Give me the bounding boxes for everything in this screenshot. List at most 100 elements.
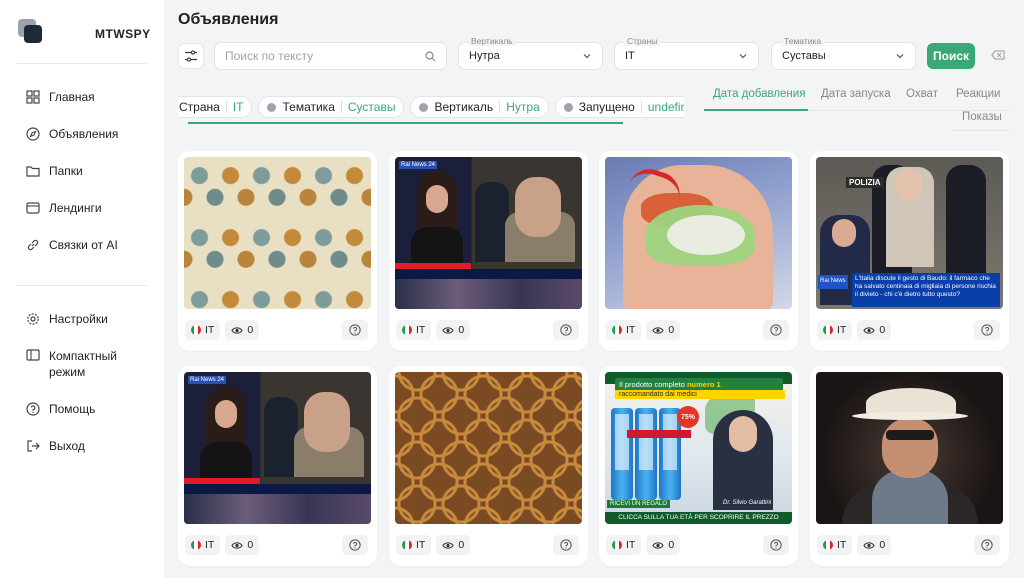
police-sign: POLIZIA (846, 177, 884, 188)
gift-label: RICEVI UN REGALO (607, 500, 671, 508)
sidebar-item-label: Настройки (49, 312, 108, 326)
eye-icon (442, 541, 454, 549)
rai-logo: Rai News (818, 275, 848, 289)
close-icon[interactable] (563, 102, 573, 112)
ad-thumbnail[interactable] (816, 372, 1003, 524)
sidebar-item-compact-mode[interactable]: Компактный режим (26, 348, 129, 380)
ad-thumbnail[interactable]: POLIZIA L'Italia discute il gesto di Baud… (816, 157, 1003, 309)
chip-key: Вертикаль (434, 100, 494, 114)
doctor-name: Dr. Silvio Garattini (723, 500, 772, 506)
card-help-button[interactable] (553, 320, 579, 340)
vertical-select-label: Вертикаль (468, 36, 516, 46)
chip-value: undefined (647, 100, 684, 114)
tab-reactions[interactable]: Реакции (956, 88, 1000, 100)
news-logo: Rai News 24 (399, 161, 438, 169)
ad-card[interactable]: IT 0 (178, 151, 377, 351)
logout-icon (27, 440, 40, 452)
sidebar-item-label: Выход (49, 439, 85, 453)
chip-country[interactable]: Страна IT (178, 96, 253, 118)
country-code: IT (837, 539, 847, 551)
vertical-select[interactable]: Вертикаль Нутра (458, 36, 603, 70)
sidebar: MTWSPY Главная Объявления Папки Лендинги… (0, 0, 164, 578)
filter-toggle-button[interactable] (178, 43, 204, 69)
ad-thumbnail[interactable] (605, 157, 792, 309)
italy-flag-icon (191, 540, 201, 550)
ad-thumbnail[interactable] (184, 157, 371, 309)
promo-subtitle: raccomandato dai medici (615, 390, 785, 399)
clear-filters-icon[interactable] (991, 48, 1005, 62)
italy-flag-icon (612, 540, 622, 550)
chip-topic[interactable]: Тематика Суставы (258, 96, 405, 118)
italy-flag-icon (191, 325, 201, 335)
tab-date-added[interactable]: Дата добавления (713, 88, 805, 100)
card-help-button[interactable] (342, 535, 368, 555)
search-icon[interactable] (425, 50, 436, 62)
gear-icon (27, 313, 39, 325)
country-badge: IT (606, 535, 642, 555)
ad-card[interactable]: IT 0 (599, 151, 798, 351)
country-code: IT (205, 539, 215, 551)
active-filters: Страна IT Тематика Суставы Вертикаль Нут… (178, 93, 684, 121)
ad-card[interactable]: POLIZIA L'Italia discute il gesto di Baud… (810, 151, 1009, 351)
views-badge: 0 (857, 320, 892, 340)
chip-key: Страна (179, 100, 220, 114)
card-help-button[interactable] (974, 535, 1000, 555)
chips-scrollbar[interactable] (188, 122, 623, 124)
divider (17, 63, 147, 64)
sidebar-item-logout[interactable]: Выход (26, 439, 85, 453)
chip-launched[interactable]: Запущено undefined (554, 96, 684, 118)
topic-select-label: Тематика (781, 36, 825, 46)
sidebar-item-ads[interactable]: Объявления (26, 127, 118, 141)
search-field[interactable] (214, 42, 447, 70)
views-badge: 0 (225, 320, 260, 340)
topic-select[interactable]: Тематика Суставы (771, 36, 916, 70)
help-icon (560, 324, 572, 336)
sidebar-item-settings[interactable]: Настройки (26, 312, 108, 326)
link-icon (27, 239, 39, 251)
views-count: 0 (668, 324, 675, 336)
chip-vertical[interactable]: Вертикаль Нутра (410, 96, 549, 118)
search-input[interactable] (225, 49, 425, 63)
eye-icon (652, 326, 664, 334)
search-button[interactable]: Поиск (927, 43, 975, 69)
help-icon (981, 324, 993, 336)
tab-reach[interactable]: Охват (906, 88, 938, 100)
ad-thumbnail[interactable]: Il prodotto completo numero 1 raccomandat… (605, 372, 792, 524)
ad-thumbnail[interactable]: Rai News 24 (184, 372, 371, 524)
sidebar-item-ai-links[interactable]: Связки от AI (26, 238, 118, 252)
folder-icon (26, 166, 40, 177)
tab-impressions[interactable]: Показы (962, 111, 1002, 123)
ad-thumbnail[interactable] (395, 372, 582, 524)
ad-card[interactable]: Il prodotto completo numero 1 raccomandat… (599, 366, 798, 566)
ad-thumbnail[interactable]: Rai News 24 (395, 157, 582, 309)
close-icon[interactable] (419, 102, 429, 112)
card-help-button[interactable] (763, 320, 789, 340)
views-badge: 0 (646, 320, 681, 340)
country-badge: IT (817, 535, 853, 555)
tab-launch-date[interactable]: Дата запуска (821, 88, 891, 100)
country-select[interactable]: Страны IT (614, 36, 759, 70)
help-icon (560, 539, 572, 551)
logo-icon[interactable] (18, 19, 44, 45)
help-icon (26, 402, 40, 416)
card-help-button[interactable] (342, 320, 368, 340)
sidebar-item-landings[interactable]: Лендинги (26, 201, 102, 215)
card-help-button[interactable] (763, 535, 789, 555)
close-icon[interactable] (267, 102, 277, 112)
card-help-button[interactable] (974, 320, 1000, 340)
eye-icon (863, 541, 875, 549)
sidebar-item-help[interactable]: Помощь (26, 402, 95, 416)
card-help-button[interactable] (553, 535, 579, 555)
country-code: IT (416, 324, 426, 336)
eye-icon (863, 326, 875, 334)
sidebar-item-home[interactable]: Главная (26, 90, 95, 104)
chevron-down-icon (583, 54, 591, 59)
ad-card[interactable]: Rai News 24 IT 0 (178, 366, 377, 566)
topic-select-value: Суставы (782, 50, 826, 62)
sidebar-item-folders[interactable]: Папки (26, 164, 83, 178)
sidebar-item-label: Главная (49, 90, 95, 104)
ad-card[interactable]: IT 0 (810, 366, 1009, 566)
news-caption: L'Italia discute il gesto di Baudo: il f… (852, 273, 1000, 307)
ad-card[interactable]: Rai News 24 IT 0 (389, 151, 588, 351)
ad-card[interactable]: IT 0 (389, 366, 588, 566)
